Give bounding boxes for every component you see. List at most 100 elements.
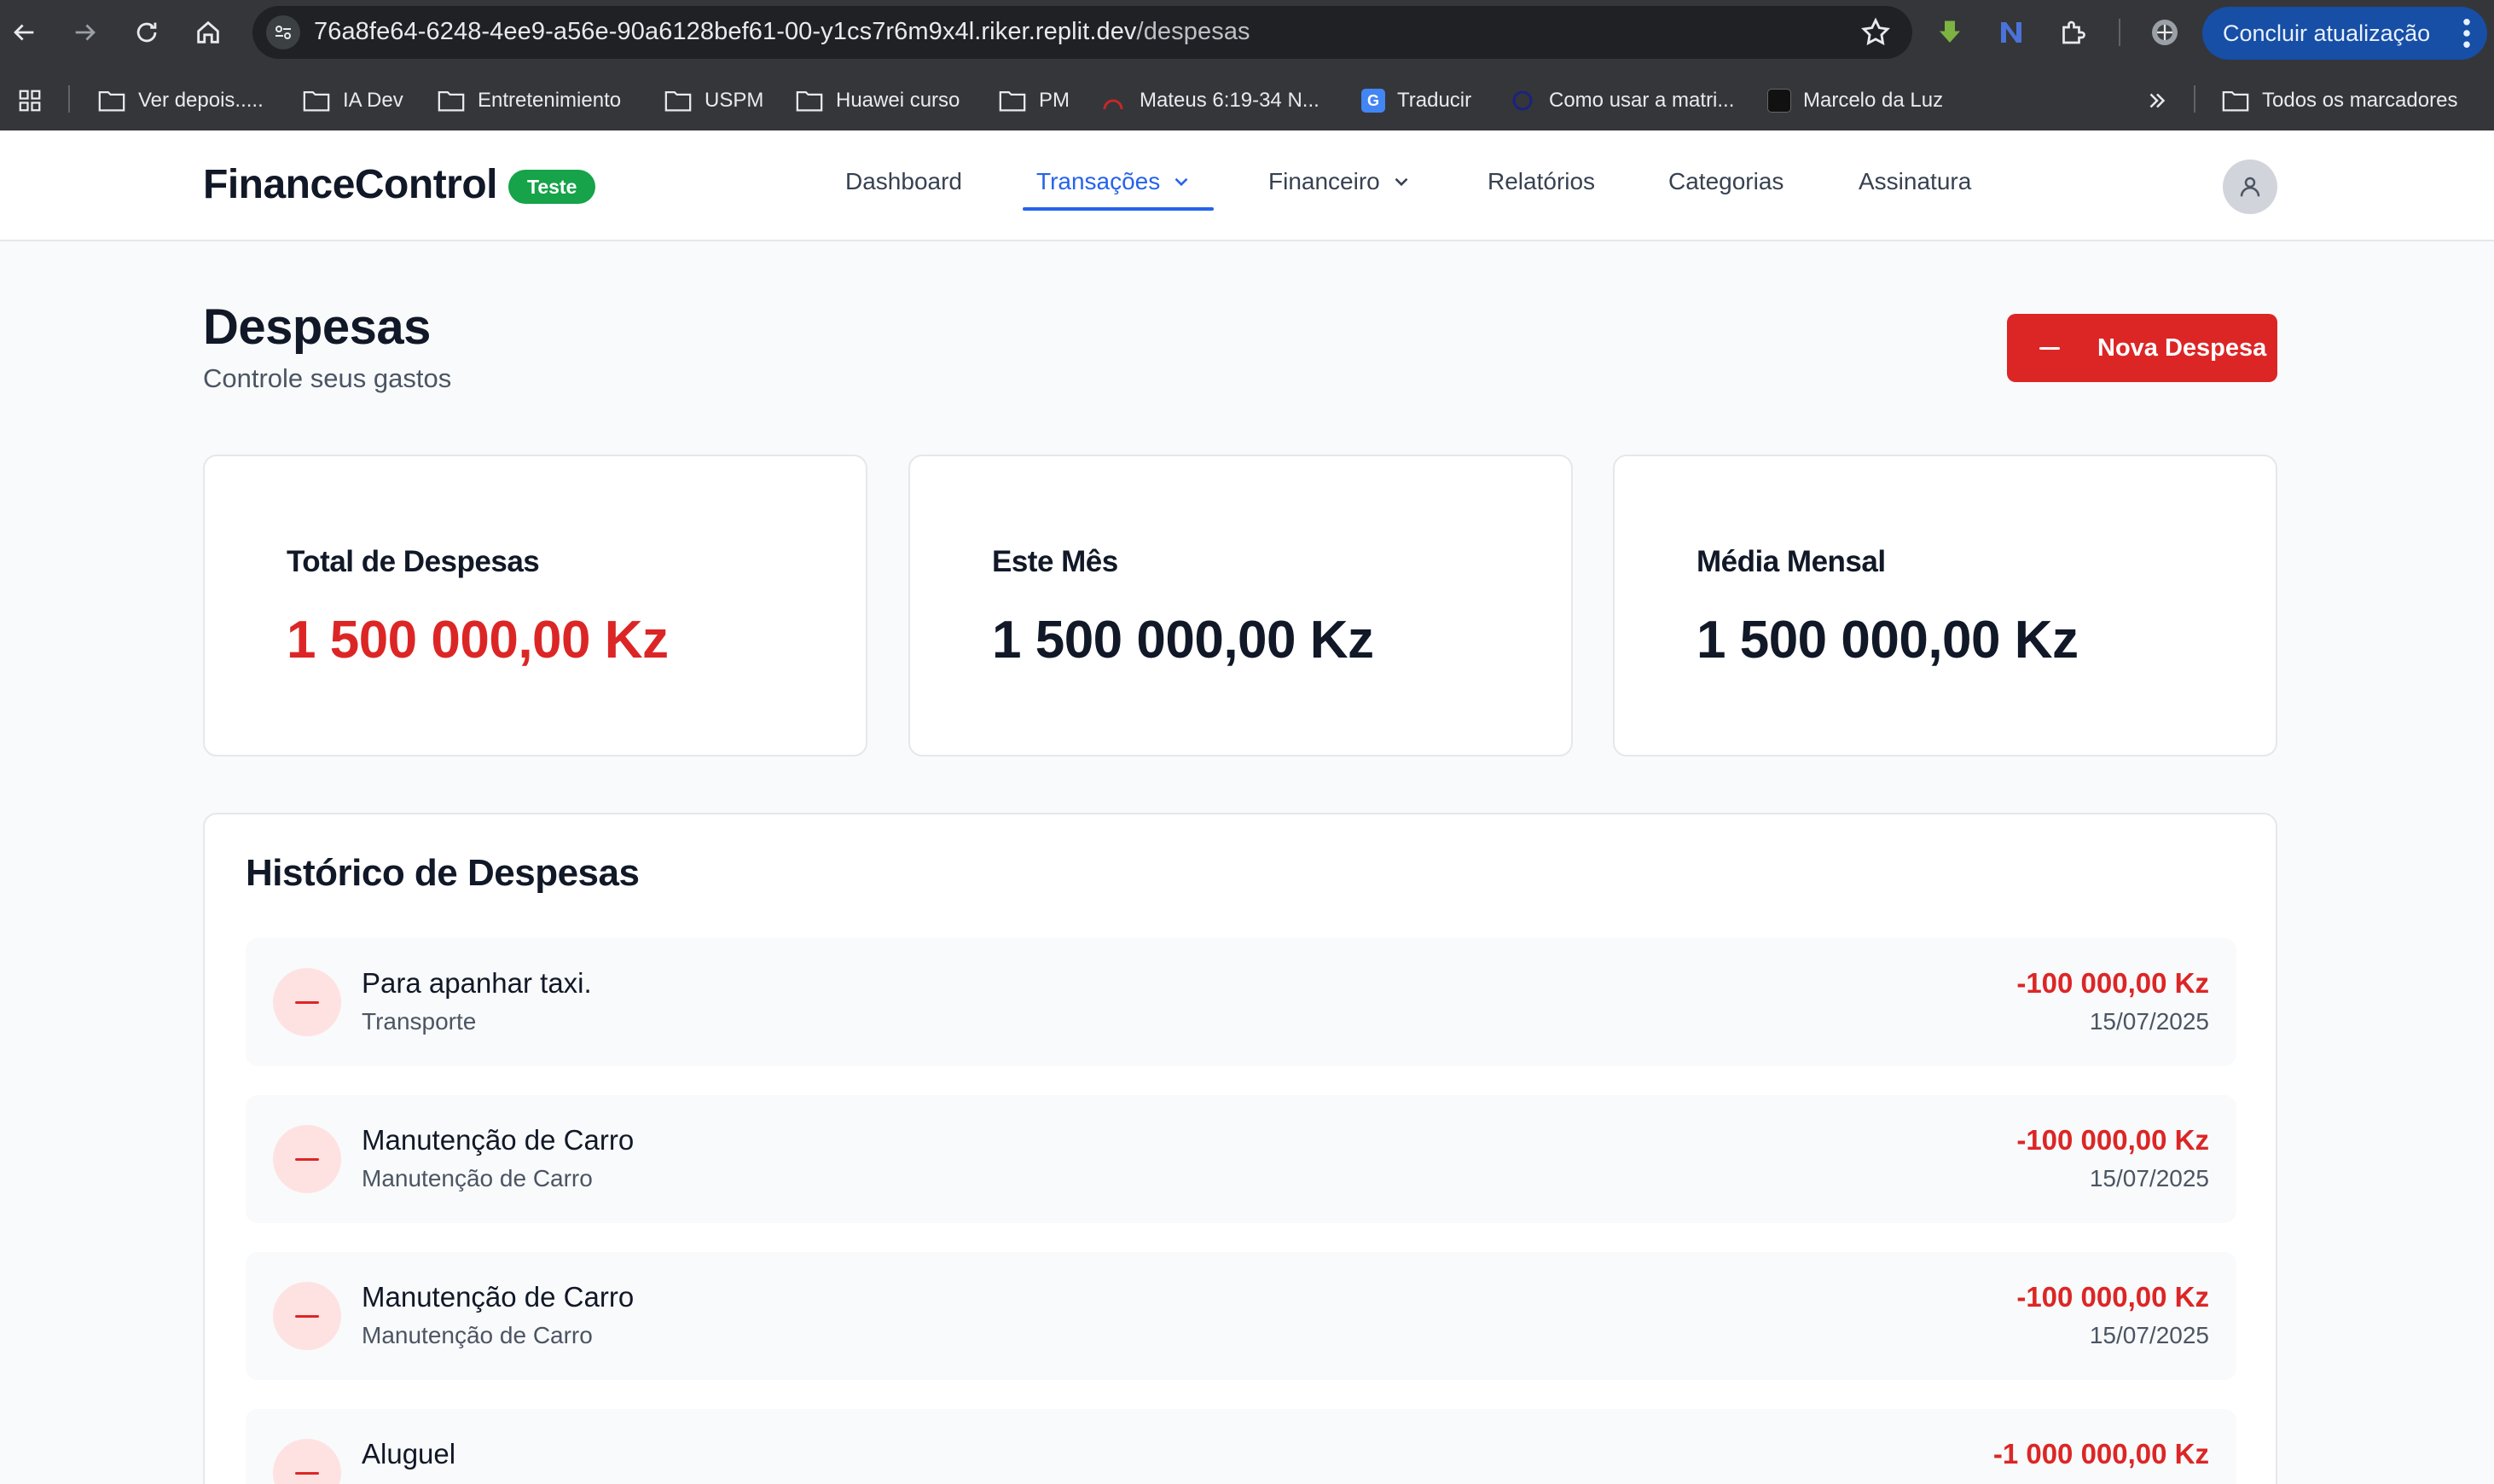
page-subtitle: Controle seus gastos (203, 363, 452, 393)
bookmark-label: Huawei curso (836, 89, 960, 112)
nav-transacoes[interactable]: Transações (1036, 168, 1192, 195)
expense-amount: -100 000,00 Kz (2016, 1124, 2209, 1156)
nav-categorias[interactable]: Categorias (1668, 168, 1784, 195)
browser-toolbar: 76a8fe64-6248-4ee9-a56e-90a6128bef61-00-… (0, 0, 2494, 65)
bookmark-link[interactable]: G Traducir (1361, 85, 1471, 116)
expense-row[interactable]: Manutenção de Carro Manutenção de Carro … (246, 1252, 2236, 1380)
bookmark-link[interactable]: Mateus 6:19-34 N... (1099, 85, 1320, 116)
bookmark-link[interactable]: Como usar a matri... (1508, 85, 1734, 116)
nav-label: Assinatura (1859, 168, 1972, 194)
bookmark-label: Traducir (1397, 89, 1472, 112)
nav-label: Transações (1036, 168, 1161, 194)
bookmark-folder[interactable]: IA Dev (302, 85, 403, 116)
apps-grid-icon[interactable] (15, 85, 44, 116)
bookmark-folder[interactable]: PM (998, 85, 1070, 116)
bookmarks-divider (2194, 85, 2195, 113)
bookmark-link[interactable]: Marcelo da Luz (1767, 85, 1943, 116)
expense-category: Manutenção de Carro (362, 1322, 593, 1348)
folder-icon (98, 90, 125, 112)
bookmark-label: IA Dev (343, 89, 403, 112)
stat-label: Média Mensal (1696, 545, 1886, 578)
forward-icon[interactable] (65, 12, 106, 53)
expense-title: Manutenção de Carro (362, 1124, 635, 1156)
user-icon (2240, 177, 2260, 197)
update-button[interactable]: Concluir atualização (2202, 7, 2487, 60)
stat-card-month: Este Mês 1 500 000,00 Kz (908, 455, 1573, 756)
extension-n-icon[interactable] (1991, 12, 2032, 53)
app-logo[interactable]: FinanceControl (203, 161, 498, 208)
expense-minus-icon (273, 1282, 341, 1350)
expense-amount: -1 000 000,00 Kz (1992, 1438, 2209, 1470)
bookmark-folder[interactable]: USPM (664, 85, 763, 116)
expense-row[interactable]: Para apanhar taxi. Transporte -100 000,0… (246, 938, 2236, 1066)
bookmark-label: Mateus 6:19-34 N... (1140, 89, 1320, 112)
minus-icon (2039, 346, 2060, 350)
folder-icon (2222, 90, 2249, 112)
bookmark-folder[interactable]: Entretenimiento (437, 85, 621, 116)
expense-minus-icon (273, 968, 341, 1036)
nav-label: Financeiro (1268, 168, 1380, 194)
expense-minus-icon (273, 1125, 341, 1193)
bookmark-folder[interactable]: Ver depois..... (97, 85, 264, 116)
folder-icon (303, 90, 330, 112)
expense-category: Manutenção de Carro (362, 1165, 593, 1191)
user-avatar[interactable] (2223, 159, 2277, 214)
new-expense-button[interactable]: Nova Despesa (2007, 314, 2277, 382)
folder-icon (438, 90, 465, 112)
nav-label: Dashboard (845, 168, 962, 194)
browser-chrome: 76a8fe64-6248-4ee9-a56e-90a6128bef61-00-… (0, 0, 2494, 130)
stat-value: 1 500 000,00 Kz (992, 611, 1374, 670)
bookmarks-divider (68, 85, 70, 113)
stat-label: Total de Despesas (287, 545, 540, 578)
bookmark-star-icon[interactable] (1859, 16, 1892, 49)
bookmark-folder[interactable]: Huawei curso (795, 85, 960, 116)
history-title: Histórico de Despesas (246, 852, 640, 894)
reload-icon[interactable] (126, 12, 167, 53)
more-bookmarks-chevron-icon[interactable] (2143, 85, 2172, 116)
stat-card-average: Média Mensal 1 500 000,00 Kz (1613, 455, 2277, 756)
stat-card-total: Total de Despesas 1 500 000,00 Kz (203, 455, 867, 756)
expense-minus-icon (273, 1439, 341, 1484)
home-icon[interactable] (188, 12, 229, 53)
nav-relatorios[interactable]: Relatórios (1488, 168, 1595, 195)
site-favicon (1767, 89, 1791, 113)
bookmarks-bar: Ver depois..... IA Dev Entretenimiento U… (0, 70, 2494, 130)
page-title: Despesas (203, 299, 431, 355)
active-nav-indicator (1023, 207, 1214, 211)
expense-title: Para apanhar taxi. (362, 967, 592, 999)
folder-icon (999, 90, 1026, 112)
stat-value: 1 500 000,00 Kz (1696, 611, 2079, 670)
bookmark-label: Entretenimiento (478, 89, 622, 112)
bookmark-label: USPM (705, 89, 764, 112)
environment-badge: Teste (508, 170, 596, 204)
all-bookmarks-folder[interactable]: Todos os marcadores (2221, 85, 2457, 116)
chevron-down-icon (1395, 177, 1408, 187)
expense-row[interactable]: Aluguel -1 000 000,00 Kz (246, 1409, 2236, 1484)
bookmark-label: Marcelo da Luz (1803, 89, 1944, 112)
bookmark-label: Ver depois..... (138, 89, 264, 112)
back-icon[interactable] (3, 12, 44, 53)
expense-amount: -100 000,00 Kz (2016, 1281, 2209, 1313)
nav-assinatura[interactable]: Assinatura (1859, 168, 1971, 195)
nav-label: Relatórios (1488, 168, 1596, 194)
expense-category: Transporte (362, 1008, 477, 1035)
bible-site-favicon (1103, 99, 1123, 110)
download-extension-icon[interactable] (1929, 12, 1970, 53)
address-bar[interactable]: 76a8fe64-6248-4ee9-a56e-90a6128bef61-00-… (252, 6, 1912, 59)
url-text[interactable]: 76a8fe64-6248-4ee9-a56e-90a6128bef61-00-… (314, 18, 1250, 46)
update-button-label: Concluir atualização (2223, 20, 2431, 46)
bookmark-label: Todos os marcadores (2262, 89, 2458, 112)
toolbar-divider (2119, 19, 2120, 46)
nav-label: Categorias (1668, 168, 1784, 194)
nav-financeiro[interactable]: Financeiro (1268, 168, 1412, 195)
profile-icon[interactable] (2144, 12, 2185, 53)
site-settings-icon[interactable] (266, 15, 300, 49)
app-header: FinanceControl Teste Dashboard Transaçõe… (0, 130, 2494, 241)
extensions-puzzle-icon[interactable] (2052, 12, 2093, 53)
nav-dashboard[interactable]: Dashboard (845, 168, 962, 195)
expense-date: 15/07/2025 (2089, 1322, 2209, 1348)
new-expense-label: Nova Despesa (2097, 333, 2267, 362)
expense-row[interactable]: Manutenção de Carro Manutenção de Carro … (246, 1095, 2236, 1223)
stat-label: Este Mês (992, 545, 1118, 578)
more-menu-icon[interactable] (2463, 19, 2470, 48)
